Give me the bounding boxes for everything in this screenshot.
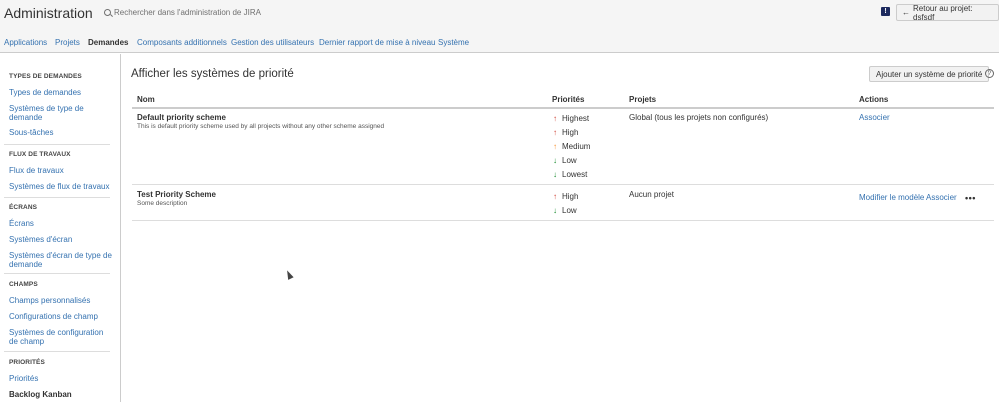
sidebar-divider xyxy=(4,351,110,352)
priority-label: Highest xyxy=(562,114,590,123)
admin-search[interactable]: Rechercher dans l'administration de JIRA xyxy=(104,8,261,17)
sidebar-item-systemes-ecran[interactable]: Systèmes d'écran xyxy=(9,235,113,244)
edit-scheme-link[interactable]: Modifier le modèle xyxy=(859,193,924,202)
app-title: Administration xyxy=(4,5,93,21)
scheme-name: Default priority scheme xyxy=(137,113,226,122)
row-divider xyxy=(132,220,994,221)
arrow-down-icon: ↓ xyxy=(553,156,557,165)
mouse-cursor-icon xyxy=(284,269,294,280)
admin-nav: Applications Projets Demandes Composants… xyxy=(0,30,999,53)
sidebar-heading-champs: CHAMPS xyxy=(9,281,38,288)
priority-item: ↓ Low xyxy=(552,156,577,165)
arrow-up-icon: ↑ xyxy=(553,192,557,201)
back-to-project-label: Retour au projet: dsfsdf xyxy=(913,3,973,22)
sidebar-divider xyxy=(4,273,110,274)
scheme-projects: Aucun projet xyxy=(629,190,674,199)
associate-link[interactable]: Associer xyxy=(926,193,957,202)
associate-link[interactable]: Associer xyxy=(859,113,890,122)
column-header-actions: Actions xyxy=(859,95,889,104)
sidebar-heading-flux: FLUX DE TRAVAUX xyxy=(9,151,71,158)
priority-label: High xyxy=(562,128,579,137)
priority-label: Low xyxy=(562,156,577,165)
arrow-down-icon: ↓ xyxy=(553,170,557,179)
column-header-name: Nom xyxy=(137,95,155,104)
sidebar-item-champs-personnalises[interactable]: Champs personnalisés xyxy=(9,296,113,305)
column-header-projects: Projets xyxy=(629,95,657,104)
top-header: Administration Rechercher dans l'adminis… xyxy=(0,0,999,30)
priority-item: ↓ Lowest xyxy=(552,170,587,179)
priority-item: ↑ Medium xyxy=(552,142,590,151)
sidebar-item-types-demandes[interactable]: Types de demandes xyxy=(9,88,113,97)
arrow-up-icon: ↑ xyxy=(553,128,557,137)
arrow-up-icon: ↑ xyxy=(553,142,557,151)
priority-label: High xyxy=(562,192,579,201)
back-to-project-button[interactable]: ← Retour au projet: dsfsdf xyxy=(896,3,999,22)
search-input[interactable]: Rechercher dans l'administration de JIRA xyxy=(114,8,261,17)
scheme-description: Some description xyxy=(137,200,188,207)
arrow-down-icon: ↓ xyxy=(553,206,557,215)
sidebar-heading-ecrans: ÉCRANS xyxy=(9,204,38,211)
tab-projets[interactable]: Projets xyxy=(55,38,80,47)
sidebar-item-sous-taches[interactable]: Sous-tâches xyxy=(9,128,113,137)
arrow-up-icon: ↑ xyxy=(553,114,557,123)
add-priority-scheme-button[interactable]: Ajouter un système de priorité xyxy=(869,66,990,82)
priority-item: ↑ High xyxy=(552,192,578,201)
column-header-priorities: Priorités xyxy=(552,95,585,104)
tab-applications[interactable]: Applications xyxy=(4,38,47,47)
sidebar-item-ecrans[interactable]: Écrans xyxy=(9,219,113,228)
sidebar-item-configurations-champ[interactable]: Configurations de champ xyxy=(9,312,113,321)
feedback-icon[interactable]: ! xyxy=(881,7,890,16)
scheme-projects: Global (tous les projets non configurés) xyxy=(629,113,769,122)
help-icon[interactable]: ? xyxy=(985,69,994,78)
priority-label: Medium xyxy=(562,142,591,151)
sidebar-heading-types: TYPES DE DEMANDES xyxy=(9,73,82,80)
tab-gestion-utilisateurs[interactable]: Gestion des utilisateurs xyxy=(231,38,314,47)
scheme-name: Test Priority Scheme xyxy=(137,190,216,199)
priority-item: ↑ Highest xyxy=(552,114,589,123)
sidebar-item-backlog-kanban[interactable]: Backlog Kanban xyxy=(9,390,113,399)
sidebar: TYPES DE DEMANDES Types de demandes Syst… xyxy=(0,54,121,402)
sidebar-item-flux-travaux[interactable]: Flux de travaux xyxy=(9,166,113,175)
sidebar-heading-priorites: PRIORITÉS xyxy=(9,359,45,366)
sidebar-item-systemes-ecran-type[interactable]: Systèmes d'écran de type de demande xyxy=(9,251,113,269)
sidebar-item-systemes-type-demande[interactable]: Systèmes de type de demande xyxy=(9,104,113,122)
more-options-icon[interactable]: ••• xyxy=(965,194,976,203)
tab-dernier-rapport[interactable]: Dernier rapport de mise à niveau xyxy=(319,38,436,47)
sidebar-item-priorites[interactable]: Priorités xyxy=(9,374,113,383)
row-divider xyxy=(132,184,994,185)
page-title: Afficher les systèmes de priorité xyxy=(131,68,294,80)
priority-item: ↓ Low xyxy=(552,206,577,215)
priority-label: Lowest xyxy=(562,170,588,179)
priority-label: Low xyxy=(562,206,577,215)
arrow-left-icon: ← xyxy=(902,8,910,17)
sidebar-divider xyxy=(4,197,110,198)
tab-demandes[interactable]: Demandes xyxy=(88,38,128,47)
sidebar-item-systemes-flux[interactable]: Systèmes de flux de travaux xyxy=(9,182,113,191)
scheme-description: This is default priority scheme used by … xyxy=(137,123,385,130)
tab-systeme[interactable]: Système xyxy=(438,38,469,47)
tab-composants-additionnels[interactable]: Composants additionnels xyxy=(137,38,227,47)
search-icon xyxy=(104,9,111,16)
sidebar-item-systemes-configuration-champ[interactable]: Systèmes de configuration de champ xyxy=(9,328,113,346)
table-header-divider xyxy=(132,107,994,109)
sidebar-divider xyxy=(4,144,110,145)
priority-item: ↑ High xyxy=(552,128,578,137)
